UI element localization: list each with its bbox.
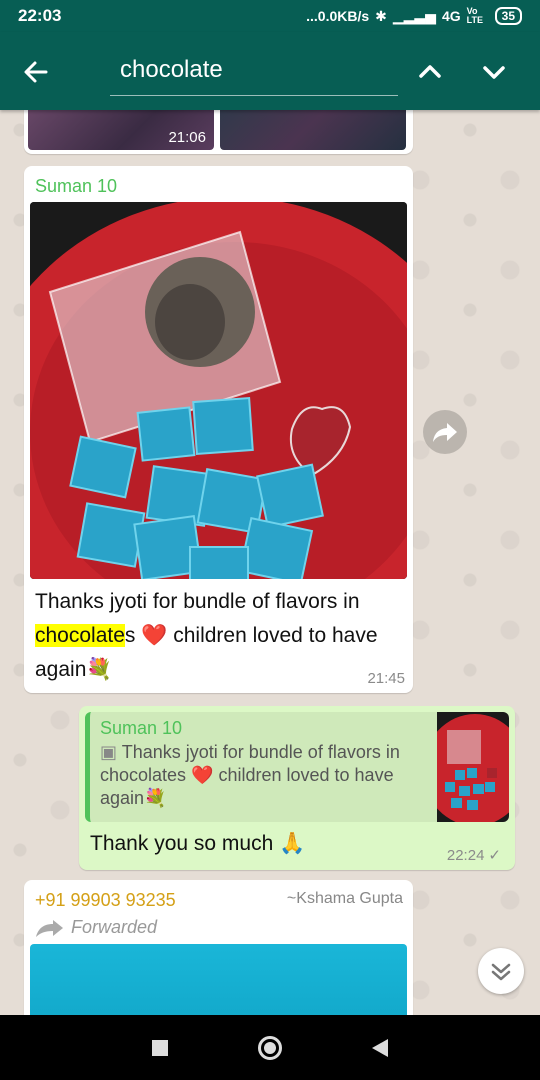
share-icon: [433, 423, 457, 442]
message-time: 21:06: [168, 129, 206, 146]
message-photo[interactable]: [30, 202, 407, 579]
message-caption: Thanks jyoti for bundle of flavors in ch…: [30, 579, 407, 687]
quoted-message[interactable]: Suman 10 ▣ Thanks jyoti for bundle of fl…: [85, 712, 509, 822]
image-thumbnail[interactable]: [220, 110, 406, 150]
image-thumbnails: 21:06: [28, 110, 409, 150]
bluetooth-icon: ✱: [375, 7, 387, 24]
next-result-button[interactable]: [474, 54, 514, 90]
message-bubble[interactable]: +91 99903 93235 ~Kshama Gupta Forwarded: [24, 880, 413, 1015]
sender-push-name: ~Kshama Gupta: [286, 890, 403, 907]
forwarded-text: Forwarded: [71, 917, 158, 937]
double-chevron-down-icon: [491, 963, 511, 981]
image-icon: ▣: [100, 742, 118, 762]
sender-name: Suman 10: [35, 176, 118, 196]
quoted-sender: Suman 10: [100, 718, 183, 738]
search-highlight: chocolate: [35, 624, 125, 647]
chevron-down-icon: [483, 66, 505, 79]
network-speed: ...0.0KB/s: [306, 8, 370, 24]
message-bubble[interactable]: 21:06: [24, 110, 413, 154]
chat-area[interactable]: 21:06 Suman 10 Thanks jyoti for bundle o…: [0, 110, 540, 1015]
message-time: 21:45: [367, 670, 405, 687]
sent-check-icon: ✓: [488, 847, 501, 864]
forward-button[interactable]: [423, 410, 467, 454]
battery-icon: 35: [494, 7, 522, 25]
message-bubble-outgoing[interactable]: Suman 10 ▣ Thanks jyoti for bundle of fl…: [79, 706, 515, 870]
home-button[interactable]: [258, 1035, 282, 1060]
back-button[interactable]: [18, 54, 54, 90]
sender-phone[interactable]: +91 99903 93235: [35, 890, 176, 911]
quoted-image-thumbnail: [437, 712, 509, 822]
recents-button[interactable]: [152, 1039, 168, 1056]
signal-icon: ▁▂▃▅: [392, 7, 436, 24]
message-header: +91 99903 93235 ~Kshama Gupta: [30, 886, 407, 911]
message-photo[interactable]: [30, 944, 407, 1015]
caption-text: Thanks jyoti for bundle of flavors in: [35, 590, 360, 613]
message-text: Thank you so much 🙏: [90, 832, 306, 855]
scroll-to-bottom-button[interactable]: [478, 948, 524, 994]
quoted-caption: Thanks jyoti for bundle of flavors in ch…: [100, 742, 400, 808]
status-time: 22:03: [18, 6, 62, 25]
forwarded-label: Forwarded: [30, 911, 407, 944]
previous-result-button[interactable]: [410, 54, 450, 90]
search-toolbar: chocolate: [0, 32, 540, 110]
network-type: 4G: [441, 8, 461, 24]
message-time: 22:24: [446, 846, 485, 864]
message-meta: 22:24 ✓: [446, 846, 501, 865]
system-nav-bar: [0, 1015, 540, 1080]
status-icons: ...0.0KB/s ✱ ▁▂▃▅ 4G Vo LTE 35: [306, 7, 522, 25]
chocolates-photo: [30, 202, 407, 579]
arrow-left-icon: [24, 61, 48, 83]
forwarded-arrow-icon: [36, 919, 63, 937]
message-bubble[interactable]: Suman 10 Thanks jyoti for bundle of flav…: [24, 166, 413, 693]
home-icon: [264, 1041, 276, 1054]
back-nav-button[interactable]: [372, 1038, 388, 1057]
quoted-text: ▣ Thanks jyoti for bundle of flavors in …: [100, 741, 429, 810]
image-thumbnail[interactable]: 21:06: [28, 110, 214, 150]
chevron-up-icon: [419, 65, 441, 78]
status-bar: 22:03 ...0.0KB/s ✱ ▁▂▃▅ 4G Vo LTE 35: [0, 0, 540, 32]
search-input[interactable]: chocolate: [110, 50, 398, 96]
volte-icon: Vo LTE: [466, 6, 483, 25]
